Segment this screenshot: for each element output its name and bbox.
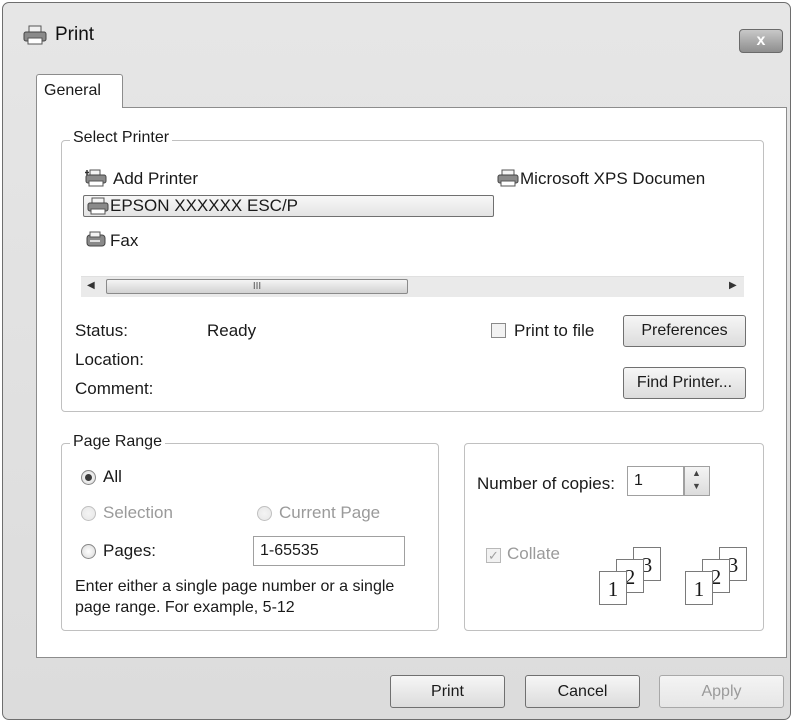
print-to-file-checkbox[interactable] [491, 323, 506, 338]
print-dialog: Print x General Select Printer Add Print… [2, 2, 791, 720]
current-page-radio[interactable] [257, 506, 272, 521]
printer-icon [23, 25, 47, 45]
spin-down-icon[interactable]: ▼ [692, 481, 701, 491]
selection-radio[interactable] [81, 506, 96, 521]
status-value: Ready [207, 321, 257, 340]
pages-input[interactable] [253, 536, 405, 566]
selection-radio-label[interactable]: Selection [103, 503, 173, 523]
select-printer-legend: Select Printer [70, 129, 173, 147]
close-button[interactable]: x [739, 29, 783, 53]
copies-spinner[interactable]: ▲ ▼ [684, 466, 710, 496]
tab-general[interactable]: General [36, 74, 123, 108]
current-page-radio-label[interactable]: Current Page [279, 503, 380, 523]
copies-label: Number of copies: [477, 474, 615, 493]
copies-input[interactable] [627, 466, 684, 496]
printer-item-epson-label: EPSON XXXXXX ESC/P [110, 196, 299, 215]
collate-page-1: 1 [685, 571, 713, 605]
spin-up-icon[interactable]: ▲ [692, 468, 701, 478]
collate-label[interactable]: Collate [507, 544, 560, 564]
status-label: Status: [75, 321, 128, 340]
printer-item-fax[interactable]: Fax [110, 231, 138, 251]
collate-page-1: 1 [599, 571, 627, 605]
collate-illustration-1: 3 2 1 [599, 547, 669, 609]
comment-label: Comment: [75, 379, 154, 398]
window-title: Print [55, 24, 95, 45]
cancel-button[interactable]: Cancel [525, 675, 640, 708]
page-range-hint: Enter either a single page number or a s… [75, 578, 395, 616]
pages-radio-label[interactable]: Pages: [103, 541, 156, 561]
find-printer-button[interactable]: Find Printer... [623, 367, 746, 399]
scroll-left-arrow-icon[interactable]: ◀ [87, 280, 95, 291]
add-printer-icon [85, 169, 107, 187]
all-radio-label[interactable]: All [103, 467, 122, 487]
printer-list-scrollbar[interactable]: ◀ III ▶ [81, 276, 744, 297]
page-range-legend: Page Range [70, 433, 165, 451]
pages-radio[interactable] [81, 544, 96, 559]
preferences-button[interactable]: Preferences [623, 315, 746, 347]
printer-icon [87, 197, 109, 215]
printer-item-add-printer[interactable]: Add Printer [113, 169, 198, 189]
scroll-thumb[interactable]: III [106, 279, 408, 294]
printer-icon [497, 169, 519, 187]
collate-checkbox[interactable]: ✓ [486, 548, 501, 563]
all-radio[interactable] [81, 470, 96, 485]
printer-item-microsoft-xps[interactable]: Microsoft XPS Documen [520, 169, 705, 189]
location-label: Location: [75, 350, 144, 369]
apply-button[interactable]: Apply [659, 675, 784, 708]
scroll-right-arrow-icon[interactable]: ▶ [729, 280, 737, 291]
fax-icon [86, 231, 106, 247]
print-button[interactable]: Print [390, 675, 505, 708]
collate-illustration-2: 3 2 1 [685, 547, 755, 609]
print-to-file-label[interactable]: Print to file [514, 321, 594, 341]
